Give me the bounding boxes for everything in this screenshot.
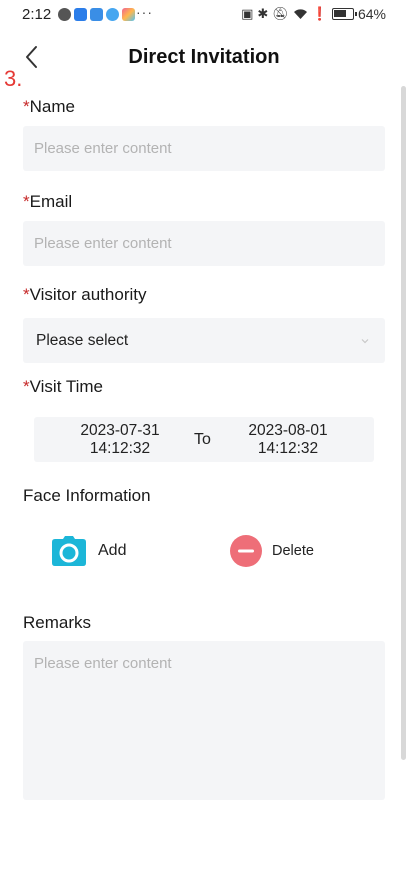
status-bar: 2:12 ··· ▣ ✱ 🔕︎ ❗ 64% xyxy=(0,0,408,32)
system-status: ▣ ✱ 🔕︎ ❗ 64% xyxy=(241,6,386,22)
camera-icon xyxy=(52,536,86,566)
visitor-authority-label-text: Visitor authority xyxy=(29,285,147,304)
name-input[interactable]: Please enter content xyxy=(23,126,385,171)
more-notifications-icon: ··· xyxy=(136,4,153,20)
visit-time-label: *Visit Time xyxy=(23,377,103,397)
page-title: Direct Invitation xyxy=(128,46,280,68)
required-marker: * xyxy=(23,377,30,396)
chevron-down-icon xyxy=(361,338,369,343)
required-marker: * xyxy=(23,285,30,304)
cloud-notification-icon xyxy=(90,8,103,21)
notification-icons xyxy=(58,8,135,21)
nfc-icon: ▣ xyxy=(241,6,254,21)
gallery-notification-icon xyxy=(122,8,135,21)
email-label-text: Email xyxy=(29,192,73,211)
start-datetime-picker[interactable]: 2023-07-31 14:12:32 xyxy=(60,422,180,458)
remarks-label: Remarks xyxy=(23,613,92,632)
browser-notification-icon xyxy=(106,8,119,21)
face-actions: Add Delete xyxy=(0,530,408,576)
delete-face-button[interactable]: Delete xyxy=(230,535,314,567)
face-information-label: Face Information xyxy=(23,486,151,505)
end-date: 2023-08-01 xyxy=(248,422,328,439)
bluetooth-icon: ✱ xyxy=(257,6,269,21)
email-label: *Email xyxy=(23,192,72,212)
delete-face-label: Delete xyxy=(272,543,314,559)
add-face-label: Add xyxy=(98,542,127,559)
step-annotation: 3. xyxy=(4,66,23,91)
required-marker: * xyxy=(23,97,30,116)
required-marker: * xyxy=(23,192,30,211)
end-datetime-picker[interactable]: 2023-08-01 14:12:32 xyxy=(228,422,348,458)
battery-icon xyxy=(331,8,357,20)
visit-time-label-text: Visit Time xyxy=(29,377,103,396)
email-input[interactable]: Please enter content xyxy=(23,221,385,266)
end-time: 14:12:32 xyxy=(257,440,319,457)
visit-time-range: 2023-07-31 14:12:32 To 2023-08-01 14:12:… xyxy=(34,417,374,462)
remarks-textarea[interactable]: Please enter content xyxy=(23,641,385,800)
app-header: Direct Invitation xyxy=(0,36,408,80)
mute-icon: 🔕︎ xyxy=(272,6,289,21)
remarks-placeholder: Please enter content xyxy=(34,655,172,672)
name-label: *Name xyxy=(23,97,75,117)
email-placeholder: Please enter content xyxy=(34,235,172,252)
start-time: 14:12:32 xyxy=(89,440,151,457)
status-time: 2:12 xyxy=(22,6,52,23)
alert-icon: ❗ xyxy=(311,6,328,21)
name-placeholder: Please enter content xyxy=(34,140,172,157)
chat-notification-icon xyxy=(58,8,71,21)
visitor-authority-label: *Visitor authority xyxy=(23,285,146,305)
name-label-text: Name xyxy=(29,97,75,116)
wifi-icon xyxy=(293,9,307,19)
time-range-separator: To xyxy=(194,431,211,448)
add-face-button[interactable]: Add xyxy=(52,536,126,566)
visitor-authority-select[interactable]: Please select xyxy=(23,318,385,363)
visitor-authority-value: Please select xyxy=(36,331,129,349)
app-notification-icon xyxy=(74,8,87,21)
minus-circle-icon xyxy=(230,535,262,567)
scrollbar[interactable] xyxy=(401,86,406,760)
start-date: 2023-07-31 xyxy=(80,422,160,439)
battery-percent: 64% xyxy=(357,6,386,22)
